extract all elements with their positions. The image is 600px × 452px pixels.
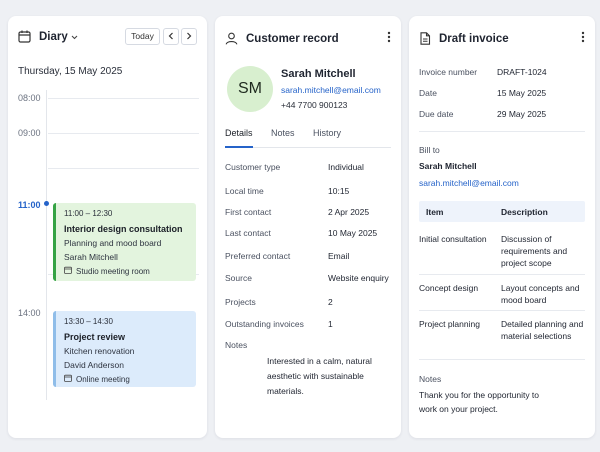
customer-notes: Interested in a calm, natural aesthetic … xyxy=(267,356,372,396)
notes-label: Notes xyxy=(225,340,248,350)
divider xyxy=(419,359,585,360)
field-label: First contact xyxy=(225,207,272,217)
customer-header: Customer record xyxy=(225,30,391,48)
table-row-item: Initial consultation xyxy=(419,234,487,244)
invoice-panel: Draft invoice Invoice number DRAFT-1024 … xyxy=(409,16,595,438)
invoice-meta-label: Invoice number xyxy=(419,67,478,77)
invoice-meta-label: Due date xyxy=(419,109,454,119)
field-label: Local time xyxy=(225,186,264,196)
divider xyxy=(419,131,585,132)
user-icon xyxy=(225,32,238,47)
hour-gridline xyxy=(48,168,199,169)
customer-title: Customer record xyxy=(246,33,339,45)
tab-notes[interactable]: Notes xyxy=(271,128,295,138)
event-person: David Anderson xyxy=(64,360,125,370)
field-value: 2 Apr 2025 xyxy=(328,207,370,217)
event-location-label: Studio meeting room xyxy=(76,266,150,276)
hour-label: 14:00 xyxy=(18,308,41,318)
avatar: SM xyxy=(227,66,273,112)
customer-email-link[interactable]: sarah.mitchell@email.com xyxy=(281,85,381,95)
field-value: 10:15 xyxy=(328,186,350,196)
table-row-description: Discussion of requirements and project s… xyxy=(501,234,568,268)
invoice-header: Draft invoice xyxy=(419,30,585,48)
invoice-meta-value: 15 May 2025 xyxy=(497,88,547,98)
active-tab-indicator xyxy=(225,146,253,148)
table-row-item: Project planning xyxy=(419,319,480,329)
invoice-notes: Thank you for the opportunity to work on… xyxy=(419,390,540,414)
hour-gridline xyxy=(48,98,199,99)
bill-to-label: Bill to xyxy=(419,145,440,155)
invoice-meta-label: Date xyxy=(419,88,437,98)
diary-header: Diary xyxy=(18,28,78,46)
today-button[interactable]: Today xyxy=(125,28,160,45)
field-label: Projects xyxy=(225,297,256,307)
next-day-button[interactable] xyxy=(181,28,197,45)
field-label: Customer type xyxy=(225,162,281,172)
bill-to-email-link[interactable]: sarah.mitchell@email.com xyxy=(419,178,519,188)
hour-label: 08:00 xyxy=(18,93,41,103)
table-row-description: Layout concepts and mood board xyxy=(501,283,580,305)
divider xyxy=(419,310,585,311)
customer-name: Sarah Mitchell xyxy=(281,68,356,80)
diary-panel: Diary Today Thursday, 15 May 2025 08:00 … xyxy=(8,16,207,438)
table-row-item: Concept design xyxy=(419,283,479,293)
calendar-icon xyxy=(64,374,76,384)
field-value: Individual xyxy=(328,162,364,172)
previous-day-button[interactable] xyxy=(163,28,179,45)
diary-date: Thursday, 15 May 2025 xyxy=(18,66,123,77)
hour-gridline xyxy=(48,133,199,134)
chevron-right-icon xyxy=(186,32,192,42)
field-value: Website enquiry xyxy=(328,273,389,283)
field-value: Email xyxy=(328,251,350,261)
calendar-icon xyxy=(64,266,76,276)
customer-tabs: Details Notes History xyxy=(225,128,391,148)
field-value: 1 xyxy=(328,319,333,329)
event-time: 11:00 – 12:30 xyxy=(64,209,113,218)
diary-title[interactable]: Diary xyxy=(39,31,68,43)
hour-label: 09:00 xyxy=(18,128,41,138)
event-title: Project review xyxy=(64,332,126,342)
more-options-icon[interactable] xyxy=(581,31,585,45)
column-header-description: Description xyxy=(501,207,548,217)
event-location: Studio meeting room xyxy=(64,266,190,276)
event-subtitle: Kitchen renovation xyxy=(64,346,135,356)
field-value: 10 May 2025 xyxy=(328,228,378,238)
field-label: Source xyxy=(225,273,252,283)
current-time-marker xyxy=(44,201,49,206)
event-card[interactable]: 11:00 – 12:30 Interior design consultati… xyxy=(53,203,196,281)
time-axis xyxy=(46,90,47,400)
event-location-label: Online meeting xyxy=(76,374,130,384)
event-title: Interior design consultation xyxy=(64,224,183,234)
notes-label: Notes xyxy=(419,374,442,384)
document-icon xyxy=(419,31,431,47)
chevron-down-icon[interactable] xyxy=(71,33,78,42)
chevron-left-icon xyxy=(168,32,174,42)
table-row-description: Detailed planning and material selection… xyxy=(501,319,584,341)
bill-to-name: Sarah Mitchell xyxy=(419,161,477,171)
current-time-label: 11:00 xyxy=(18,200,41,210)
tab-history[interactable]: History xyxy=(313,128,341,138)
field-value: 2 xyxy=(328,297,333,307)
invoice-meta-value: 29 May 2025 xyxy=(497,109,547,119)
field-label: Preferred contact xyxy=(225,251,291,261)
invoice-title: Draft invoice xyxy=(439,33,509,45)
column-header-item: Item xyxy=(426,207,444,217)
event-location: Online meeting xyxy=(64,374,190,384)
field-label: Outstanding invoices xyxy=(225,319,304,329)
more-options-icon[interactable] xyxy=(387,31,391,45)
field-label: Last contact xyxy=(225,228,271,238)
divider xyxy=(419,274,585,275)
tab-details[interactable]: Details xyxy=(225,128,253,138)
event-person: Sarah Mitchell xyxy=(64,252,118,262)
event-subtitle: Planning and mood board xyxy=(64,238,162,248)
event-card[interactable]: 13:30 – 14:30 Project review Kitchen ren… xyxy=(53,311,196,387)
invoice-meta-value: DRAFT-1024 xyxy=(497,67,547,77)
customer-panel: Customer record SM Sarah Mitchell sarah.… xyxy=(215,16,401,438)
event-time: 13:30 – 14:30 xyxy=(64,317,113,326)
customer-phone: +44 7700 900123 xyxy=(281,100,348,110)
invoice-table-header: Item Description xyxy=(419,201,585,222)
calendar-icon xyxy=(18,30,31,45)
